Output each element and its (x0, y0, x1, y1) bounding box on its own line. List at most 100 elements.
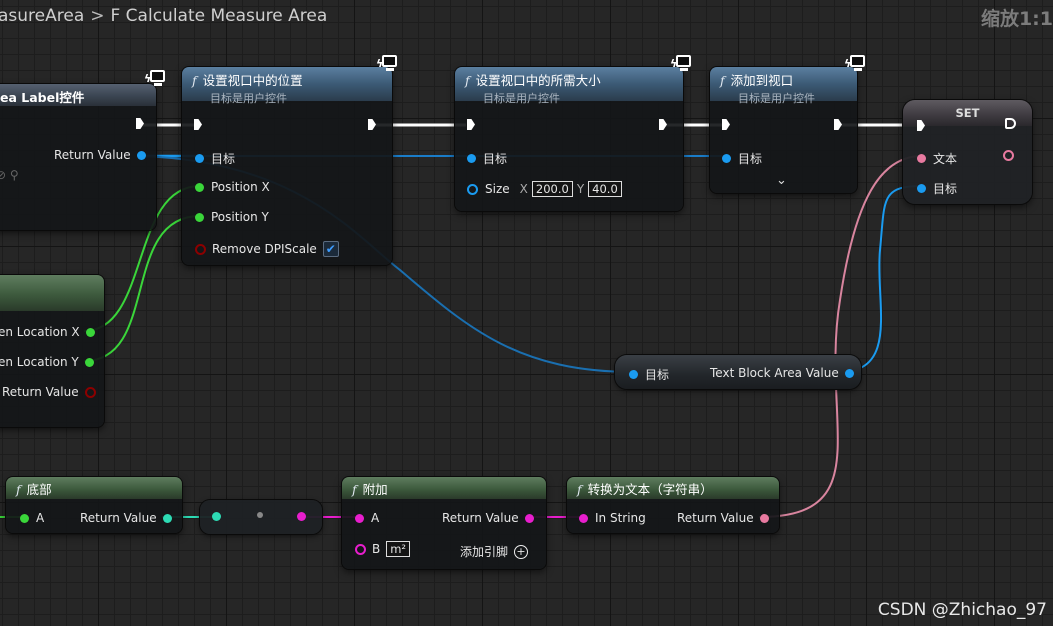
set-desired-size-node[interactable]: f 设置视口中的所需大小 目标是用户控件 目标 Size X 200.0 Y 40.0 (455, 67, 683, 211)
position-x-pin[interactable]: Position X (195, 180, 270, 194)
function-icon: f (352, 482, 357, 497)
a-pin[interactable]: A (20, 511, 44, 525)
to-text-node[interactable]: f 转换为文本（字符串） In String Return Value (567, 477, 779, 533)
monitor-icon: ϟ (844, 55, 866, 73)
node-subtitle: 目标是用户控件 (738, 92, 815, 105)
breadcrumb-parent[interactable]: asureArea (0, 6, 84, 26)
pin-label: 目标 (738, 152, 763, 166)
text-block-variable-node[interactable]: 目标 Text Block Area Value (615, 355, 861, 389)
chevron-right-icon: > (90, 6, 105, 26)
function-icon: f (720, 73, 725, 88)
append-node[interactable]: f 附加 A Return Value Bm² 添加引脚 + (342, 477, 546, 569)
monitor-icon: ϟ (670, 55, 692, 73)
size-x-input[interactable]: 200.0 (531, 181, 573, 197)
node-title: 添加到视口 (730, 73, 794, 88)
conversion-node[interactable] (200, 500, 322, 534)
pin-label: Return Value (54, 148, 131, 162)
pin-label: Size (485, 182, 510, 196)
target-pin[interactable]: 目标 (467, 150, 507, 167)
breadcrumb-current[interactable]: F Calculate Measure Area (111, 6, 328, 26)
size-y-input[interactable]: 40.0 (588, 181, 622, 197)
text-block-output-pin[interactable]: Text Block Area Value (710, 366, 854, 380)
exec-in-pin[interactable] (917, 120, 925, 131)
node-header: ea Label控件 (0, 84, 156, 106)
a-pin[interactable]: A (355, 511, 379, 525)
text-pin[interactable]: 文本 (917, 150, 957, 167)
chevron-down-icon[interactable]: ⌄ (776, 173, 787, 188)
position-y-pin[interactable]: Position Y (195, 210, 269, 224)
exec-in-pin[interactable] (194, 119, 202, 130)
pin-label: B (372, 542, 381, 556)
exec-out-pin[interactable] (136, 118, 144, 129)
text-wire (758, 155, 923, 518)
target-pin[interactable]: 目标 (722, 150, 762, 167)
node-subtitle: 目标是用户控件 (210, 92, 287, 105)
pin-label: A (36, 511, 45, 525)
return-value-pin[interactable]: Return Value (442, 511, 534, 525)
exec-out-pin[interactable] (834, 119, 842, 130)
breadcrumb: asureArea > F Calculate Measure Area (0, 6, 327, 26)
pin-label: en Location Y (0, 355, 79, 369)
set-position-node[interactable]: f 设置视口中的位置 目标是用户控件 目标 Position X Position… (182, 67, 392, 265)
node-title: 附加 (362, 482, 388, 497)
function-icon: f (465, 73, 470, 88)
exec-out-pin[interactable] (368, 119, 376, 130)
pin-label: Return Value (677, 511, 754, 525)
remove-dpi-pin[interactable]: Remove DPIScale ✔ (195, 241, 339, 257)
b-input[interactable]: m² (386, 541, 411, 557)
target-pin[interactable]: 目标 (195, 150, 235, 167)
in-string-pin[interactable]: In String (579, 511, 646, 525)
return-value-pin[interactable]: Return Value (2, 385, 96, 399)
screen-location-node[interactable]: en Location X en Location Y Return Value (0, 275, 104, 427)
node-header: f 设置视口中的位置 目标是用户控件 (182, 67, 392, 105)
exec-out-pin[interactable] (659, 119, 667, 130)
watermark: CSDN @Zhichao_97 (877, 600, 1047, 620)
search-icon: ⊘ ⚲ (0, 168, 19, 182)
node-subtitle: 目标是用户控件 (483, 92, 560, 105)
node-header (0, 275, 104, 311)
function-icon: f (192, 73, 197, 88)
pin-label: 文本 (933, 152, 958, 166)
conversion-dot-icon (257, 512, 263, 518)
pin-label: 添加引脚 (460, 545, 509, 559)
text-out-pin[interactable] (1003, 150, 1014, 161)
vector-in-pin[interactable] (212, 512, 221, 521)
location-y-pin[interactable]: en Location Y (0, 355, 94, 369)
node-header: f 底部 (6, 477, 182, 499)
bottom-node[interactable]: f 底部 A Return Value (6, 477, 182, 533)
pin-label: Position X (211, 180, 270, 194)
monitor-icon: ϟ (144, 70, 166, 88)
exec-in-pin[interactable] (467, 119, 475, 130)
node-title: 底部 (26, 482, 52, 497)
exec-out-pin[interactable] (1005, 118, 1016, 129)
return-value-pin[interactable]: Return Value (80, 511, 172, 525)
pin-label: In String (595, 511, 646, 525)
pin-label: 目标 (211, 152, 236, 166)
create-widget-node[interactable]: ea Label控件 Return Value ⊘ ⚲ (0, 84, 156, 230)
node-header: f 附加 (342, 477, 546, 499)
size-x-label: X (519, 182, 528, 196)
return-value-pin[interactable]: Return Value (677, 511, 769, 525)
pin-label: 目标 (645, 368, 670, 382)
size-y-label: Y (576, 182, 585, 196)
monitor-icon: ϟ (376, 55, 398, 73)
exec-in-pin[interactable] (722, 119, 730, 130)
location-x-pin[interactable]: en Location X (0, 325, 95, 339)
add-pin-button[interactable]: 添加引脚 + (460, 543, 529, 560)
node-header: f 设置视口中的所需大小 目标是用户控件 (455, 67, 683, 105)
string-out-pin[interactable] (297, 512, 306, 521)
pin-label: 目标 (483, 152, 508, 166)
set-variable-node[interactable]: SET 文本 目标 (903, 100, 1032, 204)
pin-label: en Location X (0, 325, 80, 339)
object-wire-set-target (839, 185, 923, 373)
add-to-viewport-node[interactable]: f 添加到视口 目标是用户控件 目标 ⌄ (710, 67, 857, 193)
return-value-pin[interactable]: Return Value (54, 148, 146, 162)
b-pin[interactable]: Bm² (355, 541, 414, 557)
target-pin[interactable]: 目标 (629, 366, 669, 383)
node-title: 设置视口中的所需大小 (475, 73, 601, 88)
checkbox-checked-icon[interactable]: ✔ (322, 241, 339, 257)
target-pin[interactable]: 目标 (917, 180, 957, 197)
pin-label: Position Y (211, 210, 269, 224)
pin-label: 目标 (933, 182, 958, 196)
size-pin[interactable]: Size X 200.0 Y 40.0 (467, 181, 626, 197)
